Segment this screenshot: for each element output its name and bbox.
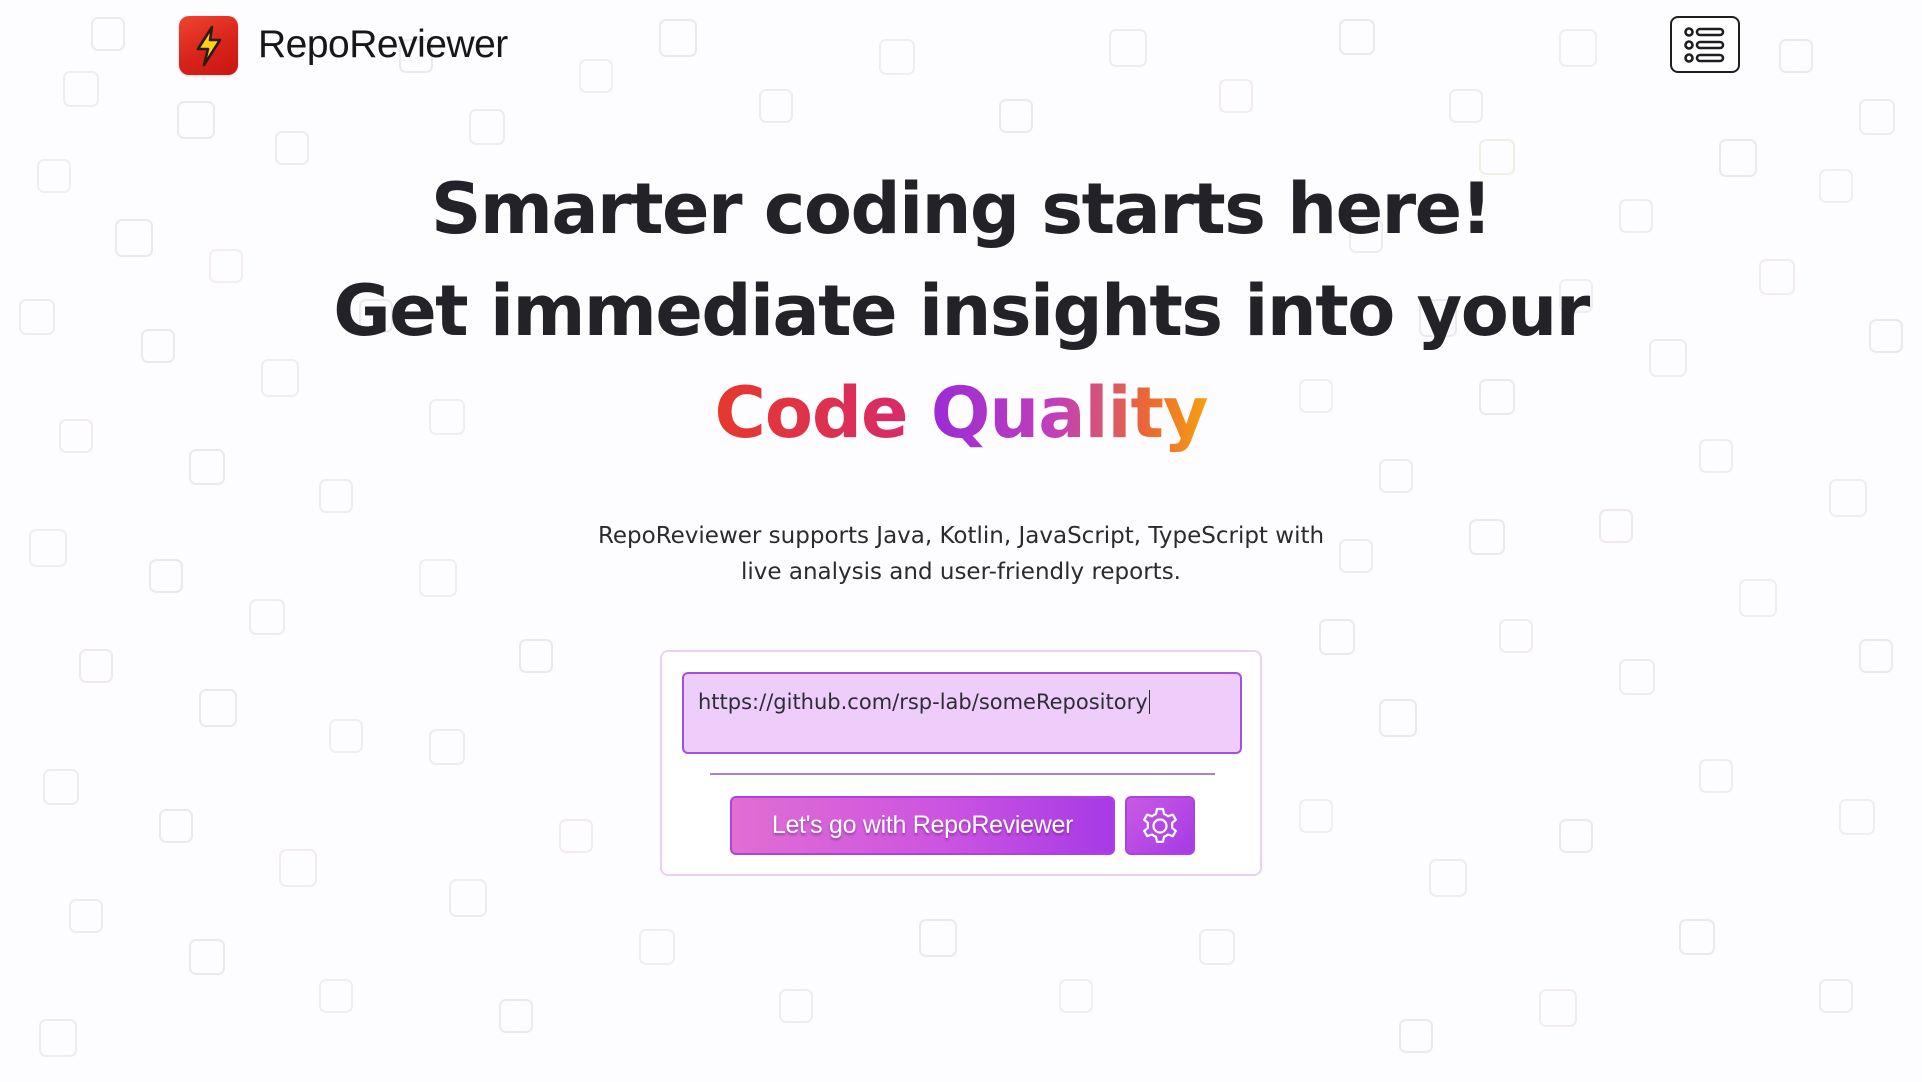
form-divider — [710, 773, 1215, 775]
brand-name[interactable]: RepoReviewer — [258, 20, 508, 70]
lightning-bolt-icon[interactable] — [179, 16, 238, 75]
description-line-2: live analysis and user-friendly reports. — [741, 559, 1181, 585]
lets-go-button[interactable]: Let's go with RepoReviewer — [730, 796, 1115, 855]
gear-icon — [1143, 807, 1177, 843]
settings-button[interactable] — [1125, 796, 1195, 855]
text-caret — [1148, 690, 1150, 714]
list-menu-icon — [1684, 26, 1725, 63]
top-navigation-bar: RepoReviewer — [0, 0, 1922, 92]
hero-heading: Smarter coding starts here! Get immediat… — [0, 158, 1922, 464]
repository-url-input[interactable]: https://github.com/rsp-lab/someRepositor… — [682, 672, 1242, 754]
hero-line-1: Smarter coding starts here! — [430, 168, 1493, 250]
menu-button[interactable] — [1670, 16, 1740, 73]
supported-languages-description: RepoReviewer supports Java, Kotlin, Java… — [0, 518, 1922, 590]
hero-line-2: Get immediate insights into your — [333, 270, 1590, 352]
repository-url-value: https://github.com/rsp-lab/someRepositor… — [698, 690, 1148, 714]
description-line-1: RepoReviewer supports Java, Kotlin, Java… — [597, 523, 1325, 549]
repository-form-card: https://github.com/rsp-lab/someRepositor… — [660, 650, 1262, 876]
accent-word-quality: Quality — [930, 372, 1209, 454]
accent-word-code: Code — [714, 372, 908, 454]
hero-accent-line: Code Quality — [0, 362, 1922, 464]
